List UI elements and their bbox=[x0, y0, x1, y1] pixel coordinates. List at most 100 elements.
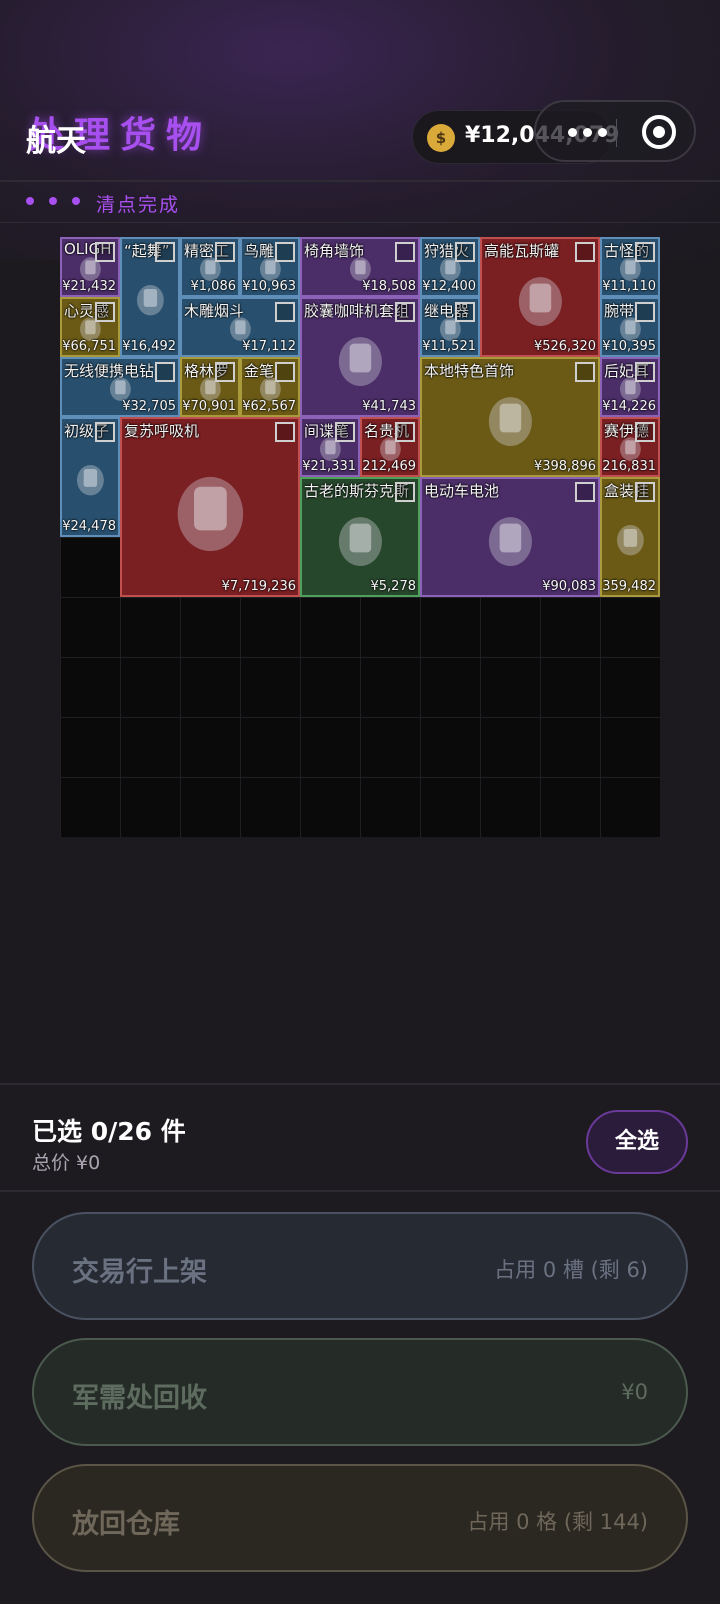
recycle-button[interactable]: 军需处回收 ¥0 bbox=[32, 1338, 688, 1446]
inventory-item[interactable]: 电动车电池 ¥90,083 bbox=[420, 477, 600, 597]
inventory-item[interactable]: 胶囊咖啡机套组 ¥41,743 bbox=[300, 297, 420, 417]
inventory-item[interactable]: 金笔 ¥62,567 bbox=[240, 357, 300, 417]
inventory-item[interactable]: 心灵感 ¥66,751 bbox=[60, 297, 120, 357]
inventory-grid: OLIGH ¥21,432 “起舞” ¥16,492 精密工 ¥1,086 鸟雕 ¥10,96… bbox=[60, 237, 660, 837]
item-name: 椅角墙饰 bbox=[304, 242, 365, 260]
item-price: ¥1,086 bbox=[190, 279, 237, 294]
item-price: ¥62,567 bbox=[242, 399, 296, 414]
inventory-item[interactable]: 初级子 ¥24,478 bbox=[60, 417, 120, 537]
item-price: ¥66,751 bbox=[62, 339, 116, 354]
inventory-item[interactable]: 椅角墙饰 ¥18,508 bbox=[300, 237, 420, 297]
inventory-item[interactable]: 格林罗 ¥70,901 bbox=[180, 357, 240, 417]
item-price: ¥16,492 bbox=[122, 339, 176, 354]
item-name: 电动车电池 bbox=[424, 482, 500, 500]
item-checkbox[interactable] bbox=[395, 242, 415, 262]
item-name: 古老的斯芬克斯 bbox=[304, 482, 410, 500]
market-list-button[interactable]: 交易行上架 占用 0 槽 (剩 6) bbox=[32, 1212, 688, 1320]
item-name: 金笔 bbox=[244, 362, 275, 380]
inventory-item[interactable]: OLIGH ¥21,432 bbox=[60, 237, 120, 297]
inventory-item[interactable]: “起舞” ¥16,492 bbox=[120, 237, 180, 357]
item-checkbox[interactable] bbox=[155, 362, 175, 382]
inventory-item[interactable]: 腕带 ¥10,395 bbox=[600, 297, 660, 357]
item-checkbox[interactable] bbox=[275, 302, 295, 322]
inventory-item[interactable]: 本地特色首饰 ¥398,896 bbox=[420, 357, 600, 477]
coffee-machine-icon bbox=[314, 322, 407, 394]
item-checkbox[interactable] bbox=[395, 302, 415, 322]
item-checkbox[interactable] bbox=[575, 482, 595, 502]
item-checkbox[interactable] bbox=[635, 482, 655, 502]
item-price: ¥526,320 bbox=[533, 339, 596, 354]
item-checkbox[interactable] bbox=[95, 302, 115, 322]
item-checkbox[interactable] bbox=[455, 242, 475, 262]
inventory-item[interactable]: 盒装挂 ¥359,482 bbox=[600, 477, 660, 597]
item-checkbox[interactable] bbox=[275, 422, 295, 442]
inventory-item[interactable]: 木雕烟斗 ¥17,112 bbox=[180, 297, 300, 357]
gas-canister-icon bbox=[494, 262, 587, 334]
jewelry-icon bbox=[440, 382, 581, 454]
item-name: 本地特色首饰 bbox=[424, 362, 515, 380]
inventory-item[interactable]: 后妃耳 ¥14,226 bbox=[600, 357, 660, 417]
item-checkbox[interactable] bbox=[215, 362, 235, 382]
header: 处理货物 航天 $ ¥12,044,079 bbox=[0, 96, 720, 182]
item-checkbox[interactable] bbox=[95, 422, 115, 442]
item-price: ¥5,278 bbox=[370, 579, 417, 594]
item-price: ¥24,478 bbox=[62, 519, 116, 534]
select-all-button[interactable]: 全选 bbox=[586, 1110, 688, 1174]
inventory-item[interactable]: 古怪的 ¥11,110 bbox=[600, 237, 660, 297]
item-checkbox[interactable] bbox=[575, 362, 595, 382]
item-checkbox[interactable] bbox=[395, 422, 415, 442]
total-price: 总价 ¥0 bbox=[32, 1152, 101, 1174]
return-to-storage-button[interactable]: 放回仓库 占用 0 格 (剩 144) bbox=[32, 1464, 688, 1572]
item-price: ¥32,705 bbox=[122, 399, 176, 414]
inventory-item[interactable]: 古老的斯芬克斯 ¥5,278 bbox=[300, 477, 420, 597]
item-checkbox[interactable] bbox=[455, 302, 475, 322]
inventory-item[interactable]: 鸟雕 ¥10,963 bbox=[240, 237, 300, 297]
close-target-icon[interactable] bbox=[642, 115, 676, 149]
item-checkbox[interactable] bbox=[155, 242, 175, 262]
item-name: 胶囊咖啡机套组 bbox=[304, 302, 410, 320]
item-price: ¥11,521 bbox=[422, 339, 476, 354]
item-price: ¥21,432 bbox=[62, 279, 116, 294]
item-price: ¥14,226 bbox=[602, 399, 656, 414]
storage-space-info: 占用 0 格 (剩 144) bbox=[467, 1510, 648, 1534]
item-checkbox[interactable] bbox=[335, 422, 355, 442]
item-name: 复苏呼吸机 bbox=[124, 422, 200, 440]
inventory-item[interactable]: 赛伊德 ¥216,831 bbox=[600, 417, 660, 477]
item-checkbox[interactable] bbox=[635, 422, 655, 442]
item-checkbox[interactable] bbox=[575, 242, 595, 262]
recycle-label: 军需处回收 bbox=[72, 1383, 207, 1414]
item-price: ¥17,112 bbox=[242, 339, 296, 354]
item-checkbox[interactable] bbox=[95, 242, 115, 262]
item-checkbox[interactable] bbox=[635, 362, 655, 382]
dancer-statue-icon bbox=[128, 262, 173, 334]
inventory-item[interactable]: 名贵机 ¥212,469 bbox=[360, 417, 420, 477]
ev-battery-icon bbox=[440, 502, 581, 574]
item-price: ¥359,482 bbox=[600, 579, 656, 594]
item-price: ¥41,743 bbox=[362, 399, 416, 414]
inventory-item[interactable]: 间谍笔 ¥21,331 bbox=[300, 417, 360, 477]
loading-dots-icon bbox=[26, 190, 95, 209]
selected-count: 已选 0/26 件 bbox=[32, 1117, 186, 1146]
item-checkbox[interactable] bbox=[395, 482, 415, 502]
market-slot-info: 占用 0 槽 (剩 6) bbox=[494, 1258, 648, 1282]
item-price: ¥70,901 bbox=[182, 399, 236, 414]
inventory-item[interactable]: 精密工 ¥1,086 bbox=[180, 237, 240, 297]
item-name: 无线便携电钻 bbox=[64, 362, 155, 380]
inventory-item[interactable]: 复苏呼吸机 ¥7,719,236 bbox=[120, 417, 300, 597]
boxed-item-icon bbox=[608, 502, 653, 574]
item-checkbox[interactable] bbox=[635, 242, 655, 262]
item-price: ¥12,400 bbox=[422, 279, 476, 294]
inventory-item[interactable]: 高能瓦斯罐 ¥526,320 bbox=[480, 237, 600, 357]
item-name: 高能瓦斯罐 bbox=[484, 242, 560, 260]
inventory-item[interactable]: 无线便携电钻 ¥32,705 bbox=[60, 357, 180, 417]
ventilator-icon bbox=[140, 454, 281, 563]
item-checkbox[interactable] bbox=[635, 302, 655, 322]
inventory-item[interactable]: 狩猎火 ¥12,400 bbox=[420, 237, 480, 297]
item-checkbox[interactable] bbox=[215, 242, 235, 262]
more-menu-icon[interactable] bbox=[568, 124, 608, 140]
inventory-item[interactable]: 继电器 ¥11,521 bbox=[420, 297, 480, 357]
item-checkbox[interactable] bbox=[275, 242, 295, 262]
return-label: 放回仓库 bbox=[72, 1509, 180, 1540]
item-price: ¥10,963 bbox=[242, 279, 296, 294]
item-checkbox[interactable] bbox=[275, 362, 295, 382]
